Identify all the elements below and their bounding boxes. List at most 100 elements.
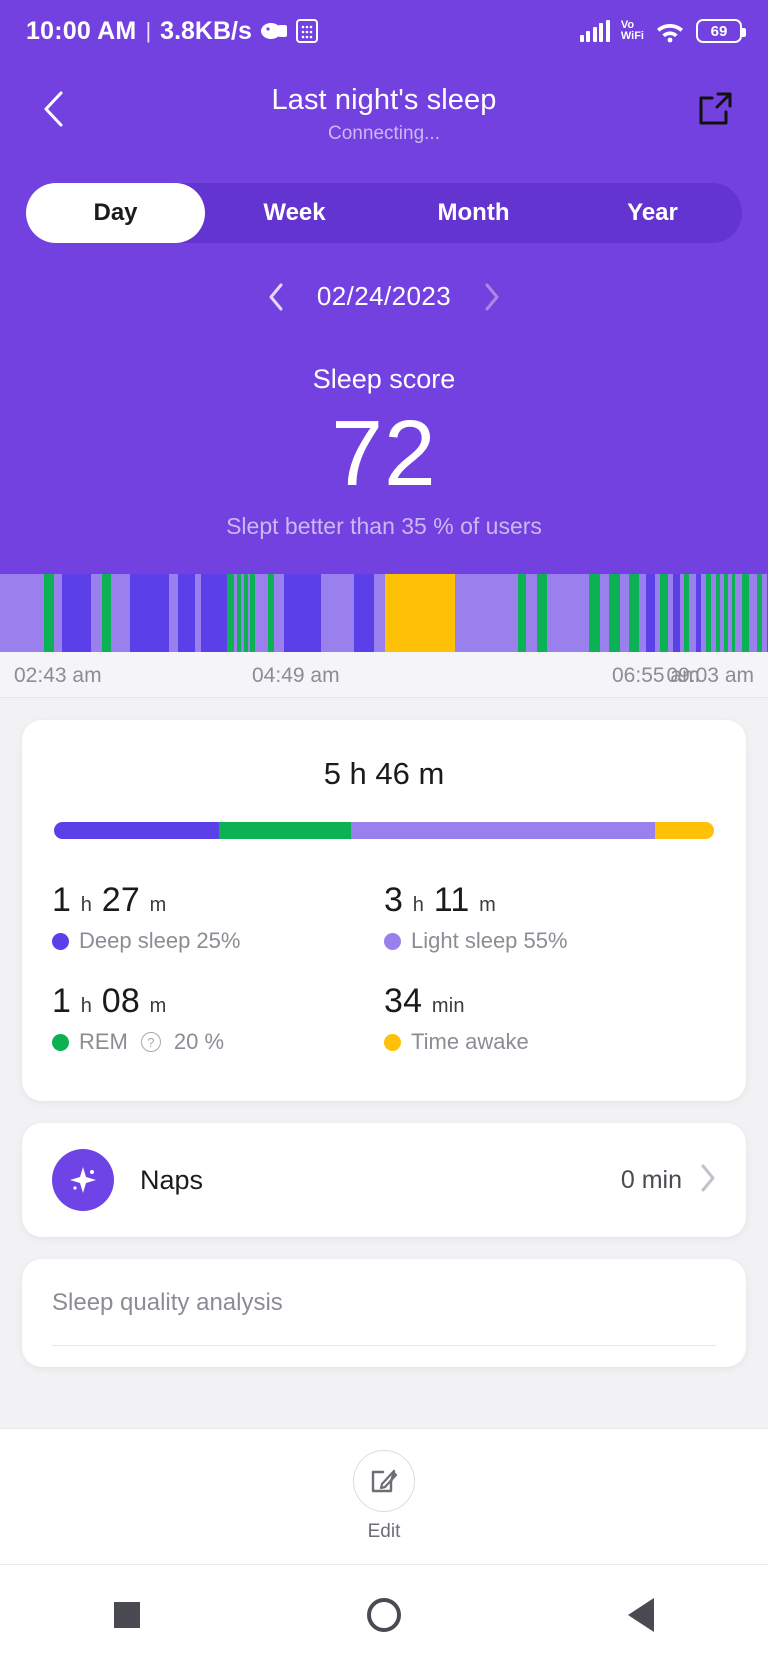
hypnogram-segment-deep	[129, 574, 170, 653]
stack-segment-rem	[219, 822, 351, 840]
sleep-score-section: Sleep score 72 Slept better than 35 % of…	[0, 312, 768, 575]
sleep-stat-value: 3 h 11 m	[384, 881, 496, 920]
sleep-stat-legend: Deep sleep 25%	[52, 928, 384, 954]
hypnogram-segment-light	[735, 574, 743, 653]
sleep-stat-cell: 1 h 08 m REM? 20 %	[52, 970, 384, 1071]
total-sleep-duration: 5 h 46 m	[323, 756, 445, 792]
hypnogram-segment-light	[619, 574, 630, 653]
hypnogram-segment-rem	[608, 574, 620, 653]
share-button[interactable]	[692, 86, 738, 132]
sleep-stage-stacked-bar	[54, 822, 714, 840]
divider	[52, 1345, 716, 1347]
legend-dot-icon	[52, 1033, 69, 1051]
sleep-stage-stats-grid: 1 h 27 m Deep sleep 25% 3 h 11 m Light slee…	[52, 869, 716, 1071]
naps-value: 0 min	[620, 1165, 682, 1194]
sleep-stat-legend-text: Light sleep 55%	[411, 928, 568, 954]
hypnogram-segment-awake	[384, 574, 456, 653]
hypnogram-segment-rem	[629, 574, 640, 653]
hypnogram-segment-deep	[354, 574, 375, 653]
status-separator: |	[145, 18, 152, 43]
tab-day[interactable]: Day	[26, 183, 205, 243]
battery-icon: 69	[696, 19, 746, 43]
tab-year[interactable]: Year	[563, 183, 742, 243]
edit-button-label: Edit	[367, 1521, 401, 1542]
hypnogram-segment-light	[254, 574, 269, 653]
sleep-stat-legend-text: REM	[79, 1029, 128, 1055]
back-nav-button[interactable]	[628, 1597, 655, 1632]
share-external-icon	[699, 92, 732, 125]
hypnogram-segment-rem	[101, 574, 112, 653]
volte-wifi-icon: Vo WiFi	[621, 20, 644, 42]
hypnogram-segment-light	[374, 574, 385, 653]
home-button[interactable]	[366, 1597, 401, 1632]
hypnogram-segment-light	[169, 574, 178, 653]
wifi-icon	[655, 20, 685, 43]
hypnogram-segment-light	[111, 574, 130, 653]
app-grid-icon	[295, 19, 318, 43]
app-header: Last night's sleep Connecting...	[0, 62, 768, 159]
hypnogram-segment-deep	[673, 574, 681, 653]
chevron-left-small-icon	[269, 283, 283, 310]
current-date-label: 02/24/2023	[316, 281, 452, 311]
hypnogram-segment-light	[639, 574, 647, 653]
chevron-right-small-icon	[485, 283, 499, 310]
sleep-stat-legend: REM? 20 %	[52, 1029, 384, 1055]
sleep-quality-analysis-card[interactable]: Sleep quality analysis	[22, 1259, 746, 1368]
cellular-signal-icon	[579, 20, 610, 42]
period-tabs: Day Week Month Year	[26, 183, 742, 243]
hypnogram-segment-light	[90, 574, 102, 653]
android-navigation-bar	[0, 1564, 768, 1664]
sleep-score-value: 72	[331, 401, 437, 505]
hypnogram-segment-deep	[177, 574, 196, 653]
hypnogram-segment-light	[689, 574, 697, 653]
hypnogram-segment-rem	[44, 574, 54, 653]
header-row: Last night's sleep Connecting...	[0, 82, 768, 145]
edit-button[interactable]	[353, 1450, 415, 1512]
page-title: Last night's sleep	[271, 84, 497, 116]
naps-label: Naps	[140, 1164, 204, 1195]
hypnogram-segment-rem	[589, 574, 600, 653]
hypnogram-segment-deep	[646, 574, 655, 653]
edit-bar: Edit	[0, 1428, 768, 1564]
sleep-stat-legend-percent: 20 %	[173, 1029, 225, 1055]
sleep-duration-card: 5 h 46 m 1 h 27 m Deep sleep 25% 3 h 11 m L…	[22, 720, 746, 1102]
hypnogram-time-axis: 02:43 am 04:49 am 06:55 am 09:03 am	[0, 652, 768, 699]
header-titles: Last night's sleep Connecting...	[76, 82, 692, 145]
next-day-button[interactable]	[477, 283, 507, 311]
previous-day-button[interactable]	[261, 283, 291, 311]
status-network-speed: 3.8KB/s	[160, 16, 252, 45]
stack-segment-light	[351, 822, 655, 840]
sleep-stat-legend-text: Deep sleep 25%	[79, 928, 241, 954]
sleep-stat-value: 1 h 27 m	[52, 881, 167, 920]
hypnogram-segment-rem	[536, 574, 547, 653]
stack-segment-awake	[654, 822, 714, 840]
legend-dot-icon	[52, 932, 69, 950]
tab-week[interactable]: Week	[205, 183, 384, 243]
status-bar-left: 10:00 AM | 3.8KB/s	[26, 17, 318, 46]
naps-sparkle-icon	[52, 1149, 114, 1212]
sleep-stat-legend-text: Time awake	[411, 1029, 529, 1055]
time-axis-label: 04:49 am	[252, 664, 340, 688]
back-button[interactable]	[30, 86, 76, 132]
hypnogram-segment-light	[546, 574, 590, 653]
recents-button[interactable]	[113, 1601, 140, 1628]
edit-pencil-icon	[371, 1469, 398, 1493]
hypnogram-segment-light	[53, 574, 62, 653]
sleep-stage-hypnogram[interactable]	[0, 574, 768, 653]
help-question-icon[interactable]: ?	[140, 1032, 161, 1053]
sleep-score-comparison: Slept better than 35 % of users	[226, 513, 542, 540]
tab-month[interactable]: Month	[384, 183, 563, 243]
hypnogram-segment-deep	[201, 574, 227, 653]
naps-row[interactable]: Naps 0 min	[22, 1123, 746, 1238]
status-clock: 10:00 AM	[26, 16, 137, 45]
sleep-stat-legend: Light sleep 55%	[384, 928, 716, 954]
date-navigator: 02/24/2023	[0, 243, 768, 312]
hypnogram-segment-light	[274, 574, 285, 653]
hypnogram-segment-light	[761, 574, 768, 653]
hypnogram-segment-light	[526, 574, 537, 653]
status-bar-right: Vo WiFi 69	[579, 19, 746, 43]
sleep-stat-cell: 34 min Time awake	[384, 970, 716, 1071]
hypnogram-segment-rem	[742, 574, 749, 653]
naps-chevron-right-icon	[700, 1164, 716, 1197]
hypnogram-segment-deep	[284, 574, 321, 653]
